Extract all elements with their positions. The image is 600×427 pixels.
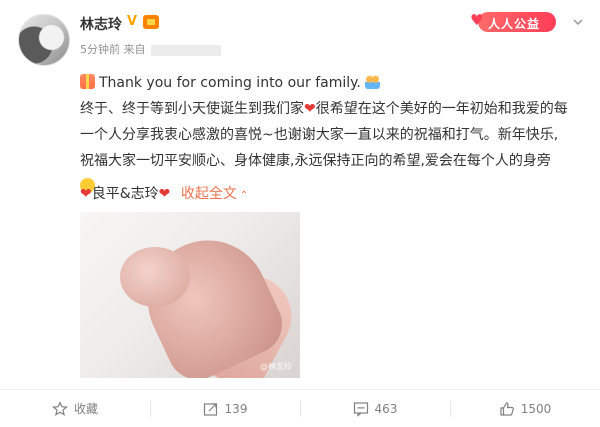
- verified-v-icon: V: [127, 14, 138, 29]
- repost-icon: [203, 402, 217, 416]
- post-content: Thank you for coming into our family. 终于…: [80, 70, 580, 200]
- charity-badge[interactable]: ♥ 人人公益: [462, 10, 562, 34]
- heart-icon: ❤: [80, 186, 92, 202]
- thumbs-up-icon: [500, 401, 514, 416]
- charity-label: 人人公益: [488, 17, 541, 31]
- post-meta: 5分钟前 来自: [80, 41, 221, 57]
- member-crown-icon[interactable]: [143, 15, 159, 29]
- heart-icon: ❤: [304, 101, 316, 117]
- source-blurred: [151, 44, 221, 56]
- comment-button[interactable]: 463: [300, 390, 450, 427]
- source-prefix: 来自: [123, 43, 146, 56]
- collapse-button[interactable]: 收起全文: [181, 186, 237, 202]
- weibo-post-card: 林志玲 V 5分钟前 来自 ♥ 人人公益 Thank you for comin…: [0, 0, 600, 427]
- like-button[interactable]: 1500: [450, 390, 600, 427]
- charity-heart-icon: ♥: [470, 11, 484, 29]
- post-tags: ❤良平&志玲❤ 收起全文 ⌃: [80, 184, 248, 206]
- action-bar: 收藏 139 463 1500: [0, 390, 600, 427]
- heart-icon: ❤: [158, 186, 171, 202]
- photo-watermark: @林志玲: [260, 362, 292, 371]
- content-line-3: 一个人分享我衷心感激的喜悦~也谢谢大家一直以来的祝福和打气。新年快乐,: [80, 127, 559, 143]
- favorite-button[interactable]: 收藏: [0, 390, 150, 427]
- avatar[interactable]: [18, 14, 70, 66]
- chevron-up-icon[interactable]: ⌃: [240, 186, 248, 206]
- repost-button[interactable]: 139: [150, 390, 300, 427]
- content-line-4: 祝福大家一切平安顺心、身体健康,永远保持正向的希望,爱会在每个人的身旁: [80, 153, 551, 169]
- author-name[interactable]: 林志玲: [80, 14, 122, 34]
- content-line-1: Thank you for coming into our family.: [80, 70, 580, 96]
- comment-icon: [353, 401, 368, 417]
- tag-text[interactable]: 良平&志玲: [92, 186, 159, 202]
- chevron-down-icon[interactable]: [572, 16, 584, 28]
- content-line-2: 终于、终于等到小天使诞生到我们家❤很希望在这个美好的一年初始和我爱的每: [80, 101, 568, 117]
- post-photo[interactable]: @林志玲: [80, 212, 300, 378]
- post-time[interactable]: 5分钟前: [80, 43, 120, 56]
- gift-emoji-icon: [80, 74, 95, 89]
- star-icon: [52, 400, 68, 416]
- family-emoji-icon: [364, 74, 380, 89]
